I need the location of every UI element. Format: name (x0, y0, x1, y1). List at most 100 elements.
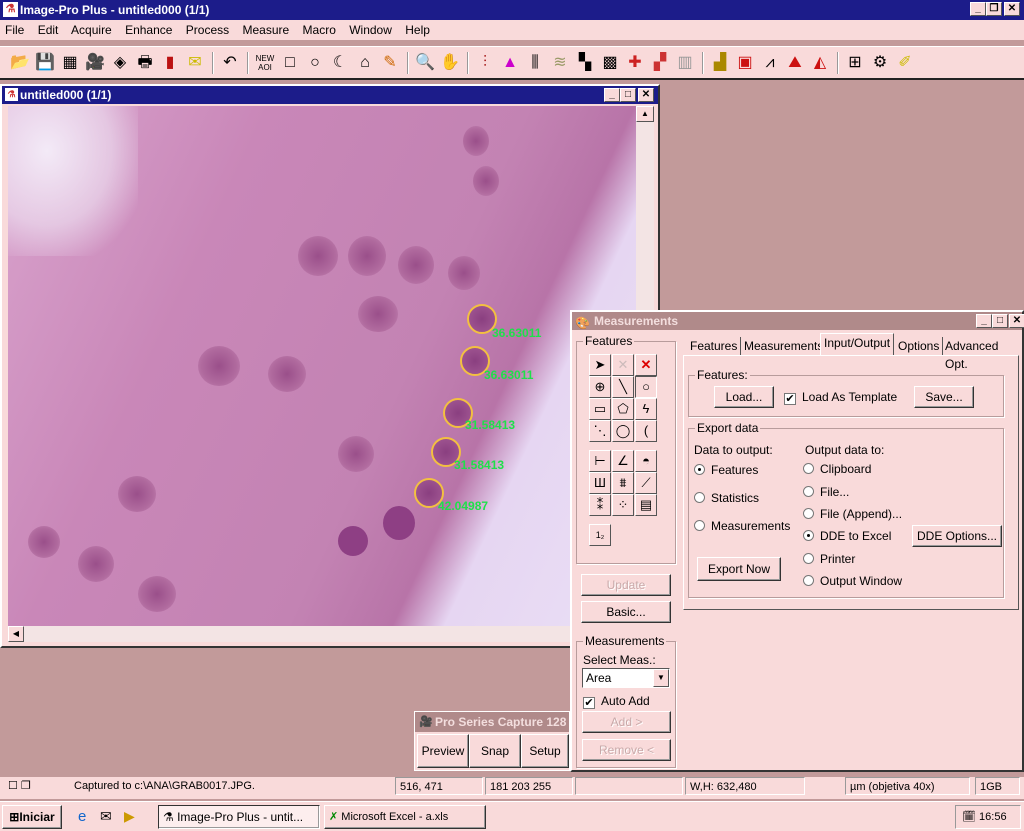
histo-chart-icon[interactable]: ◭ (808, 51, 832, 75)
pan-icon[interactable]: ✋ (438, 51, 462, 75)
capture-icon[interactable]: ◈ (108, 51, 132, 75)
internet-explorer-icon[interactable]: e (78, 808, 86, 825)
zoom-icon[interactable]: 🔍 (413, 51, 437, 75)
image-close-button[interactable]: ✕ (638, 88, 654, 102)
scroll-up-arrow[interactable]: ▲ (636, 106, 654, 122)
scroll-left-arrow[interactable]: ◀ (8, 626, 24, 642)
radio-measurements[interactable]: Measurements (694, 519, 790, 533)
line-icon[interactable]: ╲ (612, 376, 634, 398)
image-maximize-button[interactable]: □ (620, 88, 636, 102)
arc-icon[interactable]: ( (635, 420, 657, 442)
book-icon[interactable]: ▮ (158, 51, 182, 75)
bar-icon[interactable]: ▟ (708, 51, 732, 75)
save-button[interactable]: Save... (914, 386, 974, 408)
tile-icon[interactable]: ▚ (573, 51, 597, 75)
distance-icon[interactable]: ⊢ (589, 450, 611, 472)
snap-button[interactable]: Snap (469, 734, 521, 768)
restore-button[interactable]: ❐ (986, 2, 1002, 16)
grid-icon[interactable]: ▦ (58, 51, 82, 75)
radio-statistics[interactable]: Statistics (694, 491, 759, 505)
line-profile-icon[interactable]: ⛰ (783, 51, 807, 75)
menu-measure[interactable]: Measure (243, 23, 290, 37)
tools-gray-icon[interactable]: ▥ (673, 51, 697, 75)
script-icon[interactable]: ✐ (893, 51, 917, 75)
radio-file[interactable]: File... (803, 485, 849, 499)
tab-advanced-options[interactable]: Advanced Opt. (942, 337, 1024, 371)
scatter-icon[interactable]: ⁑ (589, 494, 611, 516)
minimize-button[interactable]: _ (970, 2, 986, 16)
image-minimize-button[interactable]: _ (604, 88, 620, 102)
protractor-icon[interactable]: ◓ (635, 450, 657, 472)
dots-icon[interactable]: ⁘ (612, 494, 634, 516)
menu-macro[interactable]: Macro (303, 23, 336, 37)
meas-close-button[interactable]: ✕ (1009, 314, 1024, 328)
setup-button[interactable]: Setup (521, 734, 569, 768)
magic-wand-icon[interactable]: ⌂ (353, 51, 377, 75)
outlook-icon[interactable]: ✉ (100, 808, 112, 825)
settings-icon[interactable]: ⚙ (868, 51, 892, 75)
freehand-icon[interactable]: ϟ (635, 398, 657, 420)
dde-options-button[interactable]: DDE Options... (912, 525, 1002, 547)
delete-all-icon[interactable]: ✕ (635, 354, 657, 376)
load-template-check-icon[interactable]: ✔ (784, 393, 796, 405)
tray-icon[interactable]: 🗓 (962, 811, 979, 823)
circle-icon[interactable]: ○ (635, 376, 657, 398)
radio-file-append[interactable]: File (Append)... (803, 507, 902, 521)
radio-clipboard[interactable]: Clipboard (803, 462, 871, 476)
microscope-image[interactable]: 36.63011 36.63011 31.58413 31.58413 42.0… (8, 106, 636, 626)
select-meas-dropdown[interactable]: Area ▼ (582, 668, 670, 688)
load-button[interactable]: Load... (714, 386, 774, 408)
color-icon[interactable]: ✚ (623, 51, 647, 75)
circle-outline-icon[interactable]: ◯ (612, 420, 634, 442)
task-excel[interactable]: ✗ Microsoft Excel - a.xls (324, 805, 486, 829)
tab-options[interactable]: Options (895, 337, 944, 355)
meas-minimize-button[interactable]: _ (976, 314, 992, 328)
colormap-icon[interactable]: ▞ (648, 51, 672, 75)
basic-button[interactable]: Basic... (581, 601, 671, 623)
crosshair-icon[interactable]: ⊕ (589, 376, 611, 398)
radio-output-window[interactable]: Output Window (803, 574, 902, 588)
histogram-icon[interactable]: ▲ (498, 51, 522, 75)
trace-icon[interactable]: ⋱ (589, 420, 611, 442)
ruler-icon[interactable]: ⟋ (635, 472, 657, 494)
chevron-down-icon[interactable]: ▼ (653, 669, 669, 687)
print-icon[interactable]: 🖶 (133, 51, 157, 75)
macro-icon[interactable]: ⊞ (843, 51, 867, 75)
levels-icon[interactable]: ⫶ (473, 51, 497, 75)
save-icon[interactable]: 💾 (33, 51, 57, 75)
export-now-button[interactable]: Export Now (697, 557, 781, 581)
filter-icon[interactable]: ▩ (598, 51, 622, 75)
menu-help[interactable]: Help (405, 23, 430, 37)
start-button[interactable]: ⊞Iniciar (2, 805, 62, 829)
mail-icon[interactable]: ✉ (183, 51, 207, 75)
table-icon[interactable]: ▤ (635, 494, 657, 516)
menu-acquire[interactable]: Acquire (71, 23, 112, 37)
pointer-icon[interactable]: ➤ (589, 354, 611, 376)
menu-enhance[interactable]: Enhance (125, 23, 172, 37)
camera-icon[interactable]: 🎥 (83, 51, 107, 75)
layers-icon[interactable]: ≋ (548, 51, 572, 75)
preview-button[interactable]: Preview (417, 734, 469, 768)
tab-measurements[interactable]: Measurements (741, 337, 828, 355)
undo-icon[interactable]: ↶ (218, 51, 242, 75)
pencil-icon[interactable]: ✎ (378, 51, 402, 75)
menu-edit[interactable]: Edit (38, 23, 59, 37)
menu-file[interactable]: File (5, 23, 24, 37)
bars-icon[interactable]: Ш (589, 472, 611, 494)
close-button[interactable]: ✕ (1004, 2, 1020, 16)
horizontal-scrollbar[interactable]: ◀ (8, 626, 636, 642)
open-icon[interactable]: 📂 (8, 51, 32, 75)
radio-dde-to-excel[interactable]: DDE to Excel (803, 529, 891, 543)
equalize-icon[interactable]: ⫼ (523, 51, 547, 75)
sort-icon[interactable]: 1₂ (589, 524, 611, 546)
auto-add-check-icon[interactable]: ✔ (583, 697, 595, 709)
new-aoi-icon[interactable]: NEW AOI (253, 51, 277, 75)
meas-maximize-button[interactable]: □ (992, 314, 1008, 328)
task-image-pro[interactable]: ⚗ Image-Pro Plus - untit... (158, 805, 320, 829)
load-as-template-checkbox[interactable]: ✔ Load As Template (784, 390, 897, 405)
auto-add-checkbox[interactable]: ✔ Auto Add (583, 694, 650, 709)
menu-window[interactable]: Window (349, 23, 392, 37)
media-player-icon[interactable]: ▶ (124, 808, 135, 825)
calibrate-icon[interactable]: ⩘ (758, 51, 782, 75)
rectangle-icon[interactable]: □ (278, 51, 302, 75)
